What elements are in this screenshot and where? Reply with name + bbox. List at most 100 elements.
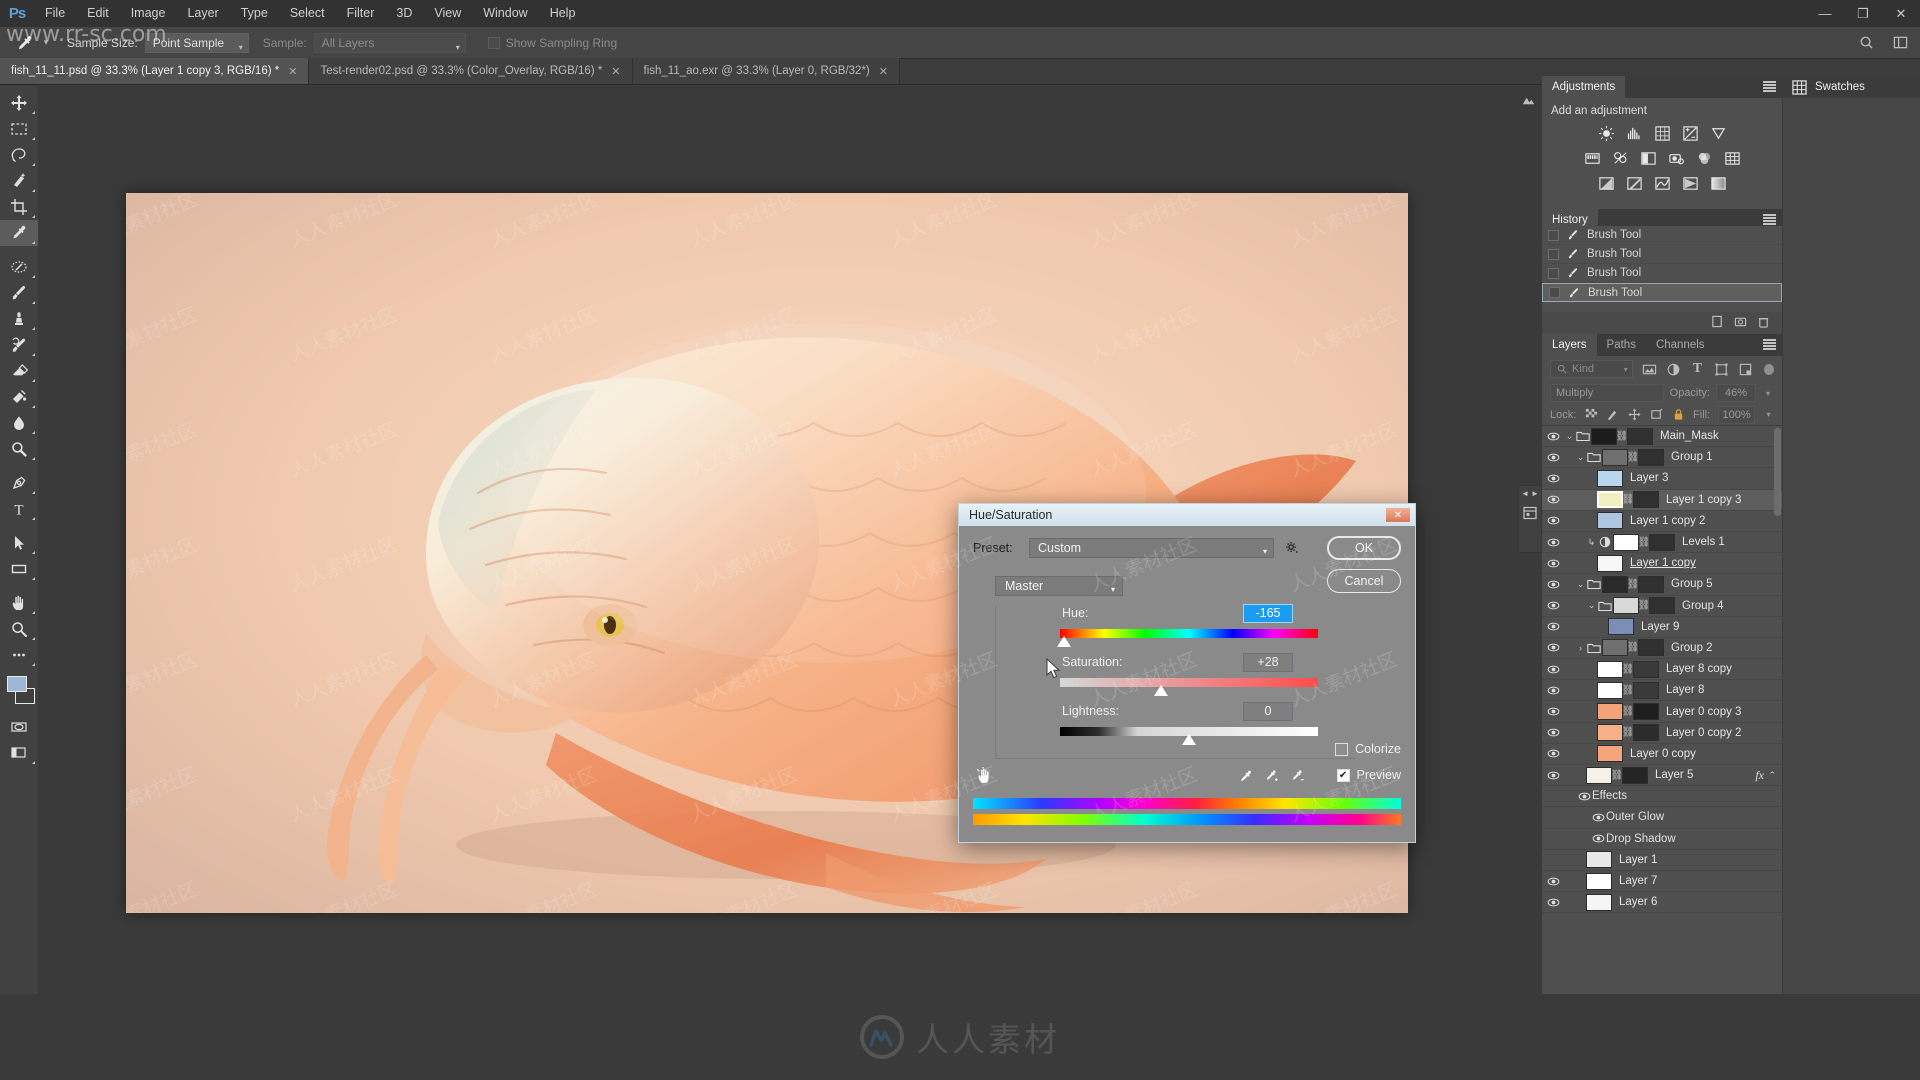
- minimize-button[interactable]: —: [1806, 0, 1844, 27]
- tab-channels[interactable]: Channels: [1645, 334, 1715, 356]
- dialog-title-bar[interactable]: Hue/Saturation ✕: [959, 504, 1415, 526]
- layer-visibility-toggle[interactable]: [1542, 451, 1564, 464]
- gradient-map-icon[interactable]: [1681, 174, 1700, 193]
- eraser-tool[interactable]: [0, 358, 38, 384]
- layer-thumbnail[interactable]: [1586, 851, 1612, 869]
- layer-thumbnail[interactable]: [1597, 660, 1623, 678]
- blur-tool[interactable]: [0, 410, 38, 436]
- layer-row[interactable]: Layer 1 copy: [1542, 553, 1782, 575]
- edit-toolbar-tool[interactable]: [0, 642, 38, 668]
- layer-visibility-toggle[interactable]: [1542, 726, 1564, 739]
- layer-row[interactable]: ⛓ Layer 5 fx ⌃: [1542, 765, 1782, 787]
- history-state-row[interactable]: Brush Tool: [1542, 283, 1782, 302]
- tab-adjustments[interactable]: Adjustments: [1542, 76, 1626, 98]
- layer-thumbnail[interactable]: [1602, 575, 1628, 593]
- history-state-row[interactable]: Brush Tool: [1542, 264, 1782, 283]
- collapsed-panel-icon[interactable]: [1518, 88, 1538, 112]
- layer-row[interactable]: Layer 6: [1542, 892, 1782, 914]
- quick-selection-tool[interactable]: [0, 168, 38, 194]
- blend-mode-select[interactable]: Multiply: [1550, 384, 1664, 402]
- search-icon[interactable]: [1856, 33, 1876, 53]
- effect-visibility-toggle[interactable]: [1590, 832, 1606, 845]
- color-balance-icon[interactable]: [1611, 149, 1630, 168]
- document-tab-2[interactable]: fish_11_ao.exr @ 33.3% (Layer 0, RGB/32*…: [632, 58, 900, 84]
- layer-visibility-toggle[interactable]: [1542, 620, 1564, 633]
- new-document-from-state-icon[interactable]: [1711, 315, 1724, 331]
- mask-link-icon[interactable]: ⛓: [1622, 494, 1635, 505]
- layer-thumbnail[interactable]: [1602, 639, 1628, 657]
- close-icon[interactable]: ✕: [611, 65, 620, 78]
- black-white-icon[interactable]: [1639, 149, 1658, 168]
- layer-mask-thumbnail[interactable]: [1633, 491, 1659, 509]
- slider-value-field[interactable]: 0: [1243, 702, 1293, 721]
- layer-thumbnail[interactable]: [1586, 872, 1612, 890]
- layer-row[interactable]: ⌄ ⛓ Group 4: [1542, 596, 1782, 617]
- mask-link-icon[interactable]: ⛓: [1638, 537, 1651, 548]
- ok-button[interactable]: OK: [1327, 536, 1401, 560]
- color-lookup-icon[interactable]: [1723, 149, 1742, 168]
- layer-visibility-toggle[interactable]: [1542, 684, 1564, 697]
- layer-row[interactable]: › ⛓ Group 2: [1542, 638, 1782, 660]
- document-tab-1[interactable]: Test-render02.psd @ 33.3% (Color_Overlay…: [309, 58, 633, 84]
- layer-thumbnail[interactable]: [1613, 533, 1639, 551]
- opacity-value[interactable]: 46%: [1716, 384, 1756, 402]
- layer-thumbnail[interactable]: [1591, 427, 1617, 445]
- hue-saturation-dialog[interactable]: Hue/Saturation ✕ Preset: Custom ▾ OK Can…: [958, 503, 1416, 843]
- scrollbar-thumb[interactable]: [1774, 428, 1781, 516]
- eyedropper-subtract-icon[interactable]: [1290, 769, 1305, 784]
- foreground-color-chip[interactable]: [7, 676, 27, 692]
- adjustment-filter-icon[interactable]: [1666, 361, 1681, 378]
- preview-checkbox[interactable]: ✔ Preview: [1336, 768, 1401, 782]
- eyedropper-icon[interactable]: [1238, 769, 1253, 784]
- filter-enable-toggle[interactable]: [1764, 363, 1774, 375]
- hue-saturation-icon[interactable]: [1583, 149, 1602, 168]
- layer-thumbnail[interactable]: [1597, 703, 1623, 721]
- layer-effects-row[interactable]: Effects: [1542, 786, 1782, 808]
- brush-tool[interactable]: [0, 280, 38, 306]
- effects-visibility-toggle[interactable]: [1576, 790, 1592, 803]
- menu-item-filter[interactable]: Filter: [336, 0, 386, 27]
- layer-row[interactable]: ⛓ Layer 0 copy 3: [1542, 701, 1782, 723]
- swatches-panel-tab[interactable]: Swatches: [1783, 76, 1920, 98]
- menu-item-select[interactable]: Select: [279, 0, 336, 27]
- slider-thumb[interactable]: [1182, 734, 1196, 745]
- layer-thumbnail[interactable]: [1597, 491, 1623, 509]
- slider-thumb[interactable]: [1153, 685, 1168, 696]
- panel-menu-icon[interactable]: [1763, 214, 1776, 225]
- channel-select[interactable]: Master ▾: [995, 576, 1123, 596]
- collapsed-dock-strip[interactable]: ◄ ►: [1518, 485, 1542, 553]
- slider-hue[interactable]: Hue: -165: [996, 604, 1355, 650]
- layer-mask-thumbnail[interactable]: [1633, 660, 1659, 678]
- layer-mask-thumbnail[interactable]: [1638, 448, 1664, 466]
- layer-thumbnail[interactable]: [1608, 618, 1634, 636]
- layer-visibility-toggle[interactable]: [1542, 875, 1564, 888]
- slider-value-field[interactable]: +28: [1243, 653, 1293, 672]
- mask-link-icon[interactable]: ⛓: [1627, 452, 1640, 463]
- crop-tool[interactable]: [0, 194, 38, 220]
- layer-mask-thumbnail[interactable]: [1622, 766, 1648, 784]
- selective-color-icon[interactable]: [1709, 174, 1728, 193]
- tab-layers[interactable]: Layers: [1542, 334, 1597, 356]
- cancel-button[interactable]: Cancel: [1327, 569, 1401, 593]
- workspace-switcher-icon[interactable]: [1890, 33, 1910, 53]
- dodge-tool[interactable]: [0, 436, 38, 462]
- quick-mask-icon[interactable]: [0, 714, 38, 740]
- layer-mask-thumbnail[interactable]: [1638, 575, 1664, 593]
- fill-value[interactable]: 100%: [1718, 405, 1755, 424]
- layer-mask-thumbnail[interactable]: [1638, 639, 1664, 657]
- layer-thumbnail[interactable]: [1597, 681, 1623, 699]
- layer-visibility-toggle[interactable]: [1542, 769, 1564, 782]
- close-icon[interactable]: ✕: [288, 65, 297, 78]
- layer-list[interactable]: ⌄ ⛓ Main_Mask ⌄ ⛓ Group 1 Layer 3 ⛓ Layer 1 copy…: [1542, 426, 1782, 994]
- mask-link-icon[interactable]: ⛓: [1611, 770, 1624, 781]
- levels-icon[interactable]: [1625, 124, 1644, 143]
- path-selection-tool[interactable]: [0, 530, 38, 556]
- exposure-icon[interactable]: [1681, 124, 1700, 143]
- type-filter-icon[interactable]: T: [1690, 361, 1705, 378]
- hand-tool[interactable]: [0, 590, 38, 616]
- close-button[interactable]: ✕: [1882, 0, 1920, 27]
- curves-icon[interactable]: [1653, 124, 1672, 143]
- layers-scrollbar[interactable]: [1773, 426, 1781, 994]
- layer-effect-item[interactable]: Outer Glow: [1542, 807, 1782, 829]
- threshold-icon[interactable]: [1653, 174, 1672, 193]
